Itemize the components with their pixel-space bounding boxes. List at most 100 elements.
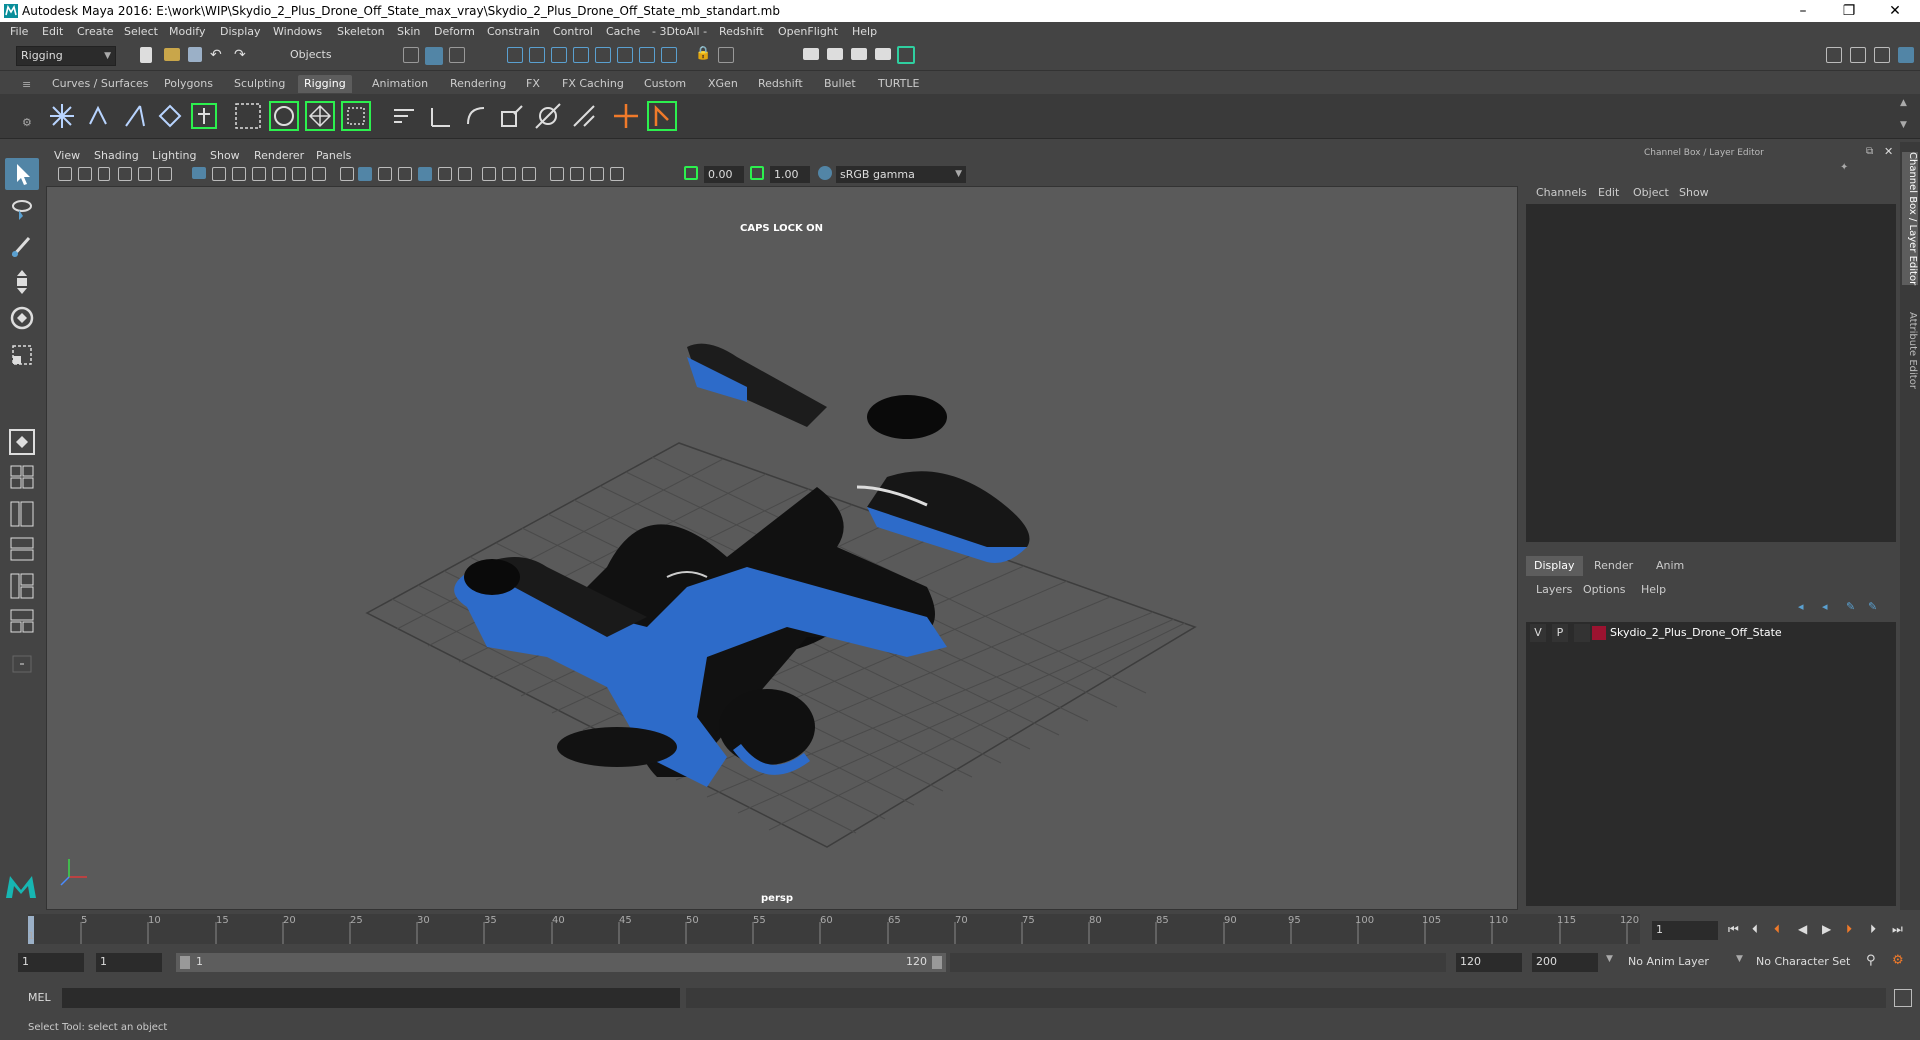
locator-icon[interactable] (610, 100, 642, 132)
time-ruler[interactable] (28, 914, 1640, 944)
play-backwards-icon[interactable]: ◀ (1798, 922, 1807, 936)
camera-select-icon[interactable] (58, 167, 72, 181)
layer-tab-render[interactable]: Render (1586, 556, 1641, 576)
layout-outliner[interactable] (5, 606, 39, 638)
undo-icon[interactable]: ↶ (210, 47, 222, 63)
menu-redshift[interactable]: Redshift (719, 25, 764, 38)
cluster-icon[interactable] (340, 100, 372, 132)
channel-list[interactable] (1526, 204, 1896, 542)
snap-view-icon[interactable] (573, 47, 589, 63)
anim-layer-dropdown[interactable]: No Anim Layer (1624, 953, 1734, 972)
shelf-scroll-down-icon[interactable]: ▼ (1900, 120, 1907, 130)
channel-show-menu[interactable]: Show (1679, 186, 1709, 199)
side-tab-channel-box[interactable]: Channel Box / Layer Editor (1902, 152, 1918, 286)
hypershade-icon[interactable] (875, 48, 891, 60)
drone-model[interactable] (454, 343, 1030, 787)
current-frame-field[interactable]: 1 (1652, 921, 1718, 940)
rotate-tool[interactable] (5, 302, 39, 334)
menu-help[interactable]: Help (852, 25, 877, 38)
close-panel-icon[interactable]: ✕ (1884, 145, 1893, 158)
ik-spline-icon[interactable] (118, 100, 150, 132)
construction-history-icon[interactable] (718, 47, 734, 63)
shelf-scroll-up-icon[interactable]: ▲ (1900, 98, 1907, 108)
color-management-icon[interactable] (818, 166, 832, 180)
menu-constrain[interactable]: Constrain (487, 25, 540, 38)
select-component-icon[interactable] (449, 47, 465, 63)
grease-pencil-icon[interactable] (158, 167, 172, 181)
menu-create[interactable]: Create (77, 25, 114, 38)
layout-four-pane[interactable] (5, 462, 39, 494)
exposure-field[interactable]: 0.00 (704, 166, 744, 183)
lattice-icon[interactable] (304, 100, 336, 132)
menuset-dropdown[interactable]: Rigging ▼ (16, 46, 116, 66)
menu-select[interactable]: Select (124, 25, 158, 38)
snap-help-icon[interactable] (661, 47, 677, 63)
layout-channel-box-icon[interactable] (1898, 47, 1914, 63)
select-hierarchy-icon[interactable] (403, 47, 419, 63)
layer-options-menu[interactable]: Options (1583, 583, 1625, 596)
resolution-gate-icon[interactable] (232, 167, 246, 181)
layout-persp-outliner[interactable] (5, 498, 39, 530)
colorspace-dropdown[interactable]: sRGB gamma ▼ (836, 166, 966, 183)
move-layer-up-icon[interactable]: ◂ (1798, 600, 1804, 613)
image-plane-icon[interactable] (118, 167, 132, 181)
render-frame-icon[interactable] (803, 48, 819, 60)
character-set-dropdown[interactable]: No Character Set (1752, 953, 1862, 972)
safe-title-icon[interactable] (312, 167, 326, 181)
screen-space-ao-icon[interactable] (458, 167, 472, 181)
viewport-menu-lighting[interactable]: Lighting (152, 149, 196, 162)
step-back-frame-icon[interactable]: ⏴ (1752, 922, 1758, 937)
snap-point-icon[interactable] (551, 47, 567, 63)
shelf-tab-rendering[interactable]: Rendering (444, 75, 512, 93)
viewport-panel[interactable]: CAPS LOCK ON persp (46, 146, 1518, 910)
viewport-menu-view[interactable]: View (54, 149, 80, 162)
depth-of-field-icon[interactable] (522, 167, 536, 181)
layer-tab-anim[interactable]: Anim (1648, 556, 1692, 576)
orient-constraint-icon[interactable] (460, 100, 492, 132)
move-tool[interactable] (5, 266, 39, 298)
shelf-tab-fx-caching[interactable]: FX Caching (556, 75, 630, 93)
layers-menu[interactable]: Layers (1536, 583, 1572, 596)
step-back-key-icon[interactable]: ⏴ (1774, 922, 1780, 937)
redo-icon[interactable]: ↷ (234, 47, 246, 63)
lasso-tool[interactable] (5, 194, 39, 226)
lock-icon[interactable]: 🔒 (695, 46, 711, 61)
humanik-icon[interactable] (188, 100, 220, 132)
new-layer-icon[interactable]: ✎ (1846, 600, 1855, 613)
gamma-toggle-icon[interactable] (750, 166, 764, 180)
go-to-start-icon[interactable]: ⏮ (1728, 922, 1739, 937)
new-scene-icon[interactable] (140, 47, 152, 63)
channels-menu[interactable]: Channels (1536, 186, 1587, 199)
new-layer-selected-icon[interactable]: ✎ (1868, 600, 1877, 613)
layout-hypershade[interactable] (5, 570, 39, 602)
field-chart-icon[interactable] (272, 167, 286, 181)
gate-mask-icon[interactable] (252, 167, 266, 181)
shelf-tab-sculpting[interactable]: Sculpting (228, 75, 291, 93)
exposure-toggle-icon[interactable] (684, 166, 698, 180)
minimize-button[interactable]: – (1780, 0, 1826, 22)
menu-windows[interactable]: Windows (273, 25, 322, 38)
viewport-menu-renderer[interactable]: Renderer (254, 149, 304, 162)
shelf-tab-curves-surfaces[interactable]: Curves / Surfaces (46, 75, 155, 93)
menu-control[interactable]: Control (553, 25, 593, 38)
range-slider[interactable]: 1 120 (176, 953, 946, 972)
mirror-joint-icon[interactable] (154, 100, 186, 132)
maximize-button[interactable]: ❐ (1826, 0, 1872, 22)
safe-action-icon[interactable] (292, 167, 306, 181)
select-tool[interactable] (5, 158, 39, 190)
layout-modeling-icon[interactable] (1826, 47, 1842, 63)
shelf-tab-animation[interactable]: Animation (366, 75, 434, 93)
step-forward-frame-icon[interactable]: ⏵ (1870, 922, 1876, 937)
bind-skin-icon[interactable] (232, 100, 264, 132)
xray-icon[interactable] (570, 167, 584, 181)
motion-blur-icon[interactable] (482, 167, 496, 181)
layer-playback-toggle[interactable]: P (1552, 624, 1568, 642)
joint-tool-icon[interactable] (46, 100, 78, 132)
menu-cache[interactable]: Cache (606, 25, 640, 38)
snap-vertex-icon[interactable] (639, 47, 655, 63)
command-input[interactable] (62, 988, 680, 1008)
smooth-shade-icon[interactable] (358, 167, 372, 181)
shelf-tab-redshift[interactable]: Redshift (752, 75, 809, 93)
chevron-down-icon[interactable]: ▼ (1606, 954, 1613, 964)
paint-select-tool[interactable] (5, 230, 39, 262)
